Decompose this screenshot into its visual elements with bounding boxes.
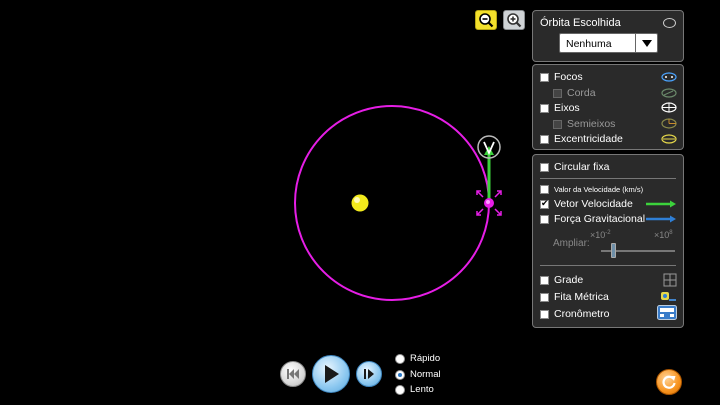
separator: [540, 178, 676, 179]
zoom-in-button[interactable]: [503, 10, 525, 30]
cronometro-label: Cronômetro: [554, 308, 610, 320]
semi-axes-icon: [661, 118, 677, 129]
grade-option[interactable]: Grade: [540, 274, 583, 286]
semieixos-checkbox[interactable]: [553, 119, 562, 129]
orbit-path: [294, 105, 490, 301]
orbit-toggle[interactable]: [663, 18, 676, 28]
axes-icon: [661, 102, 677, 113]
fita-metrica-label: Fita Métrica: [554, 291, 609, 303]
grade-label: Grade: [554, 274, 584, 286]
scale-min-label: ×10-2: [590, 230, 611, 240]
rewind-button[interactable]: [280, 361, 306, 387]
speed-radio[interactable]: [395, 384, 405, 395]
rewind-icon: [287, 369, 299, 379]
speed-radio[interactable]: [395, 353, 405, 364]
speed-label: Lento: [410, 384, 434, 395]
circular-fixa-checkbox[interactable]: [540, 162, 549, 172]
ampliar-label: Ampliar:: [553, 238, 590, 249]
cronometro-option[interactable]: Cronômetro: [540, 308, 609, 320]
reset-icon: [662, 375, 676, 389]
circular-fixa-label: Circular fixa: [554, 161, 610, 173]
vectors-tools-panel: Circular fixa Valor da Velocidade (km/s)…: [532, 154, 684, 328]
semieixos-option[interactable]: Semieixos: [553, 118, 615, 130]
step-forward-button[interactable]: [356, 361, 382, 387]
scale-max-label: ×108: [654, 230, 673, 240]
sun[interactable]: [351, 194, 369, 212]
focos-label: Focos: [554, 71, 583, 83]
orbit-title: Órbita Escolhida: [540, 17, 621, 29]
valor-velocidade-label: Valor da Velocidade (km/s): [554, 185, 644, 194]
eccentricity-icon: [661, 134, 677, 144]
stopwatch-icon: [657, 305, 677, 320]
play-icon: [325, 365, 339, 383]
step-forward-icon: [364, 369, 374, 379]
valor-velocidade-checkbox[interactable]: [540, 185, 549, 194]
speed-option-normal[interactable]: Normal: [395, 369, 441, 380]
velocity-arrow-icon: [646, 200, 676, 208]
display-options-panel: Focos Corda Eixos Semieixos Excentricida…: [532, 64, 684, 150]
reset-button[interactable]: [656, 369, 682, 395]
excentricidade-label: Excentricidade: [554, 133, 623, 145]
forca-gravitacional-checkbox[interactable]: [540, 214, 549, 224]
play-button[interactable]: [312, 355, 350, 393]
vetor-velocidade-label: Vetor Velocidade: [554, 198, 633, 210]
fita-metrica-checkbox[interactable]: [540, 292, 549, 302]
dropdown-arrow-icon[interactable]: [635, 34, 657, 52]
zoom-out-button[interactable]: [475, 10, 497, 30]
zoom-in-icon: [507, 13, 522, 28]
speed-label: Rápido: [410, 353, 441, 364]
foci-icon: [661, 72, 677, 82]
corda-option[interactable]: Corda: [553, 87, 596, 99]
speed-option-rapido[interactable]: Rápido: [395, 353, 440, 364]
eixos-option[interactable]: Eixos: [540, 102, 580, 114]
focos-option[interactable]: Focos: [540, 71, 583, 83]
scale-slider-thumb[interactable]: [611, 243, 616, 258]
circular-fixa-option[interactable]: Circular fixa: [540, 161, 609, 173]
focos-checkbox[interactable]: [540, 72, 549, 82]
measuring-tape-icon: [661, 292, 676, 301]
vetor-velocidade-checkbox[interactable]: [540, 198, 549, 209]
forca-gravitacional-label: Força Gravitacional: [554, 213, 646, 225]
eixos-checkbox[interactable]: [540, 103, 549, 113]
chord-icon: [661, 88, 677, 98]
cronometro-checkbox[interactable]: [540, 309, 549, 319]
corda-checkbox[interactable]: [553, 88, 562, 98]
forca-gravitacional-option[interactable]: Força Gravitacional: [540, 213, 645, 225]
excentricidade-option[interactable]: Excentricidade: [540, 133, 623, 145]
zoom-out-icon: [479, 13, 494, 28]
grade-checkbox[interactable]: [540, 275, 549, 285]
orbit-select[interactable]: Nenhuma: [559, 33, 658, 53]
grid-icon: [663, 273, 677, 287]
corda-label: Corda: [567, 87, 596, 99]
eixos-label: Eixos: [554, 102, 580, 114]
fita-metrica-option[interactable]: Fita Métrica: [540, 291, 609, 303]
orbit-select-value: Nenhuma: [566, 38, 612, 50]
speed-radio[interactable]: [395, 369, 405, 380]
speed-label: Normal: [410, 369, 441, 380]
orbit-panel: Órbita Escolhida Nenhuma: [532, 10, 684, 62]
excentricidade-checkbox[interactable]: [540, 134, 549, 144]
valor-velocidade-option[interactable]: Valor da Velocidade (km/s): [540, 185, 643, 194]
speed-option-lento[interactable]: Lento: [395, 384, 434, 395]
simulation-area[interactable]: [0, 0, 530, 350]
semieixos-label: Semieixos: [567, 118, 616, 130]
separator: [540, 265, 676, 266]
gravity-arrow-icon: [646, 215, 676, 223]
vetor-velocidade-option[interactable]: Vetor Velocidade: [540, 198, 633, 210]
